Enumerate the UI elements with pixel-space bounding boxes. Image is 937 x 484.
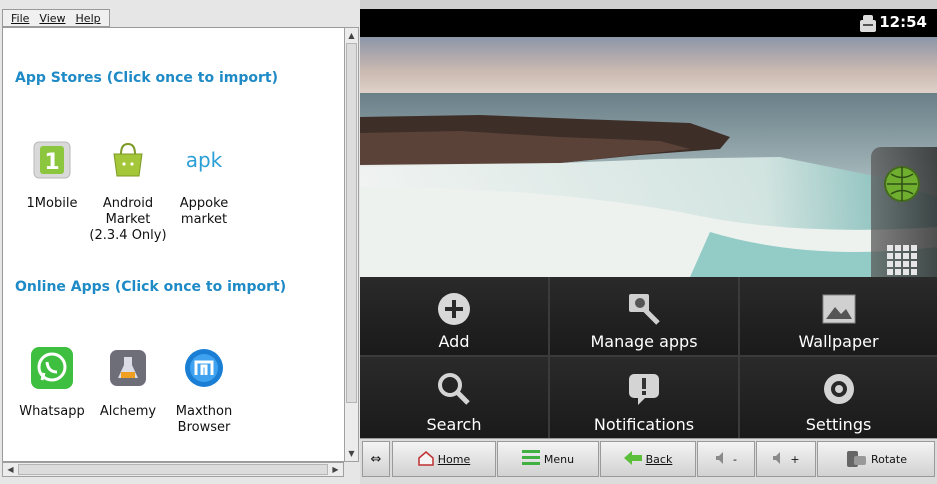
volume-up-button[interactable]: + xyxy=(756,441,816,477)
menu-item-label: Notifications xyxy=(593,415,695,434)
speaker-icon xyxy=(715,451,729,468)
scroll-thumb-horizontal[interactable] xyxy=(18,464,328,475)
app-1mobile[interactable]: 1 1Mobile xyxy=(13,138,91,212)
import-list: App Stores (Click once to import) 1 1Mob… xyxy=(2,27,344,462)
settings-icon xyxy=(819,369,859,409)
scroll-down-icon[interactable]: ▼ xyxy=(346,447,357,460)
online-apps-heading: Online Apps (Click once to import) xyxy=(15,279,287,295)
1mobile-icon: 1 xyxy=(30,138,74,182)
app-whatsapp[interactable]: Whatsapp xyxy=(13,346,91,420)
emulator-toolbar: ⇔ Home Menu Back - + Rotate xyxy=(360,438,937,484)
manage-apps-icon xyxy=(624,289,664,329)
home-button[interactable]: Home xyxy=(392,441,496,477)
rotate-phone-icon xyxy=(845,447,867,472)
resize-button[interactable]: ⇔ xyxy=(362,441,390,477)
menu-label: Menu xyxy=(543,452,575,466)
app-label: Alchemy xyxy=(99,404,157,419)
home-icon xyxy=(418,450,434,469)
scroll-up-icon[interactable]: ▲ xyxy=(346,29,357,42)
rotate-label: Rotate xyxy=(870,452,907,466)
svg-text:1: 1 xyxy=(44,150,59,175)
android-market-icon xyxy=(106,138,150,182)
app-drawer-icon[interactable] xyxy=(885,243,919,277)
search-icon xyxy=(434,369,474,409)
app-android-market[interactable]: Android Market (2.3.4 Only) xyxy=(89,138,167,244)
options-menu: Add Manage apps Wallpaper Search Notific… xyxy=(360,277,937,438)
rotate-button[interactable]: Rotate xyxy=(817,441,935,477)
home-label: Home xyxy=(437,452,471,466)
notifications-icon xyxy=(624,369,664,409)
vertical-scrollbar[interactable]: ▲ ▼ xyxy=(344,27,359,462)
menu-item-label: Settings xyxy=(805,415,872,434)
app-stores-heading: App Stores (Click once to import) xyxy=(15,70,278,86)
app-label: Maxthon Browser xyxy=(175,404,233,435)
resize-arrows-icon: ⇔ xyxy=(370,451,382,467)
menu-help[interactable]: Help xyxy=(76,12,101,25)
app-label: Android Market (2.3.4 Only) xyxy=(89,196,167,243)
appoke-icon: apk xyxy=(185,148,223,172)
menu-bar: File View Help xyxy=(2,9,110,27)
launcher-dock xyxy=(871,147,937,277)
scroll-right-icon[interactable]: ▶ xyxy=(329,463,342,476)
menu-item-manage-apps[interactable]: Manage apps xyxy=(550,277,740,357)
android-screen: 12:54 Add Manage apps Wallpaper Search N… xyxy=(360,0,937,438)
maxthon-icon xyxy=(182,346,226,390)
menu-item-label: Wallpaper xyxy=(798,332,879,351)
menu-file[interactable]: File xyxy=(11,12,29,25)
menu-view[interactable]: View xyxy=(39,12,65,25)
status-bar: 12:54 xyxy=(360,9,937,37)
app-alchemy[interactable]: Alchemy xyxy=(89,346,167,420)
app-label: Appoke market xyxy=(179,196,229,227)
scroll-left-icon[interactable]: ◀ xyxy=(4,463,17,476)
menu-item-notifications[interactable]: Notifications xyxy=(550,357,740,438)
speaker-icon xyxy=(772,451,786,468)
horizontal-scrollbar[interactable]: ◀ ▶ xyxy=(2,462,344,477)
back-label: Back xyxy=(645,452,673,466)
volume-down-button[interactable]: - xyxy=(697,441,755,477)
app-label: Whatsapp xyxy=(19,404,85,419)
left-panel: File View Help App Stores (Click once to… xyxy=(0,0,360,484)
wallpaper xyxy=(360,37,937,277)
menu-item-label: Manage apps xyxy=(590,332,698,351)
app-maxthon[interactable]: Maxthon Browser xyxy=(165,346,243,436)
wallpaper-icon xyxy=(819,289,859,329)
menu-item-label: Add xyxy=(438,332,470,351)
whatsapp-icon xyxy=(30,346,74,390)
app-label: 1Mobile xyxy=(26,196,78,211)
menu-item-label: Search xyxy=(426,415,482,434)
volume-up-label: + xyxy=(790,452,800,466)
add-icon xyxy=(434,289,474,329)
menu-button[interactable]: Menu xyxy=(497,441,599,477)
clock: 12:54 xyxy=(879,13,927,31)
menu-item-wallpaper[interactable]: Wallpaper xyxy=(740,277,937,357)
app-window: File View Help App Stores (Click once to… xyxy=(0,0,937,484)
menu-item-add[interactable]: Add xyxy=(360,277,550,357)
app-appoke-market[interactable]: apk Appoke market xyxy=(165,138,243,228)
back-arrow-icon xyxy=(623,450,642,468)
menu-icon xyxy=(521,449,540,469)
window-title-strip xyxy=(360,0,937,9)
android-notification-icon xyxy=(857,12,879,38)
scroll-thumb[interactable] xyxy=(346,43,357,403)
alchemy-icon xyxy=(106,346,150,390)
menu-item-search[interactable]: Search xyxy=(360,357,550,438)
back-button[interactable]: Back xyxy=(600,441,696,477)
menu-item-settings[interactable]: Settings xyxy=(740,357,937,438)
browser-globe-icon[interactable] xyxy=(883,165,921,207)
volume-down-label: - xyxy=(733,452,737,466)
